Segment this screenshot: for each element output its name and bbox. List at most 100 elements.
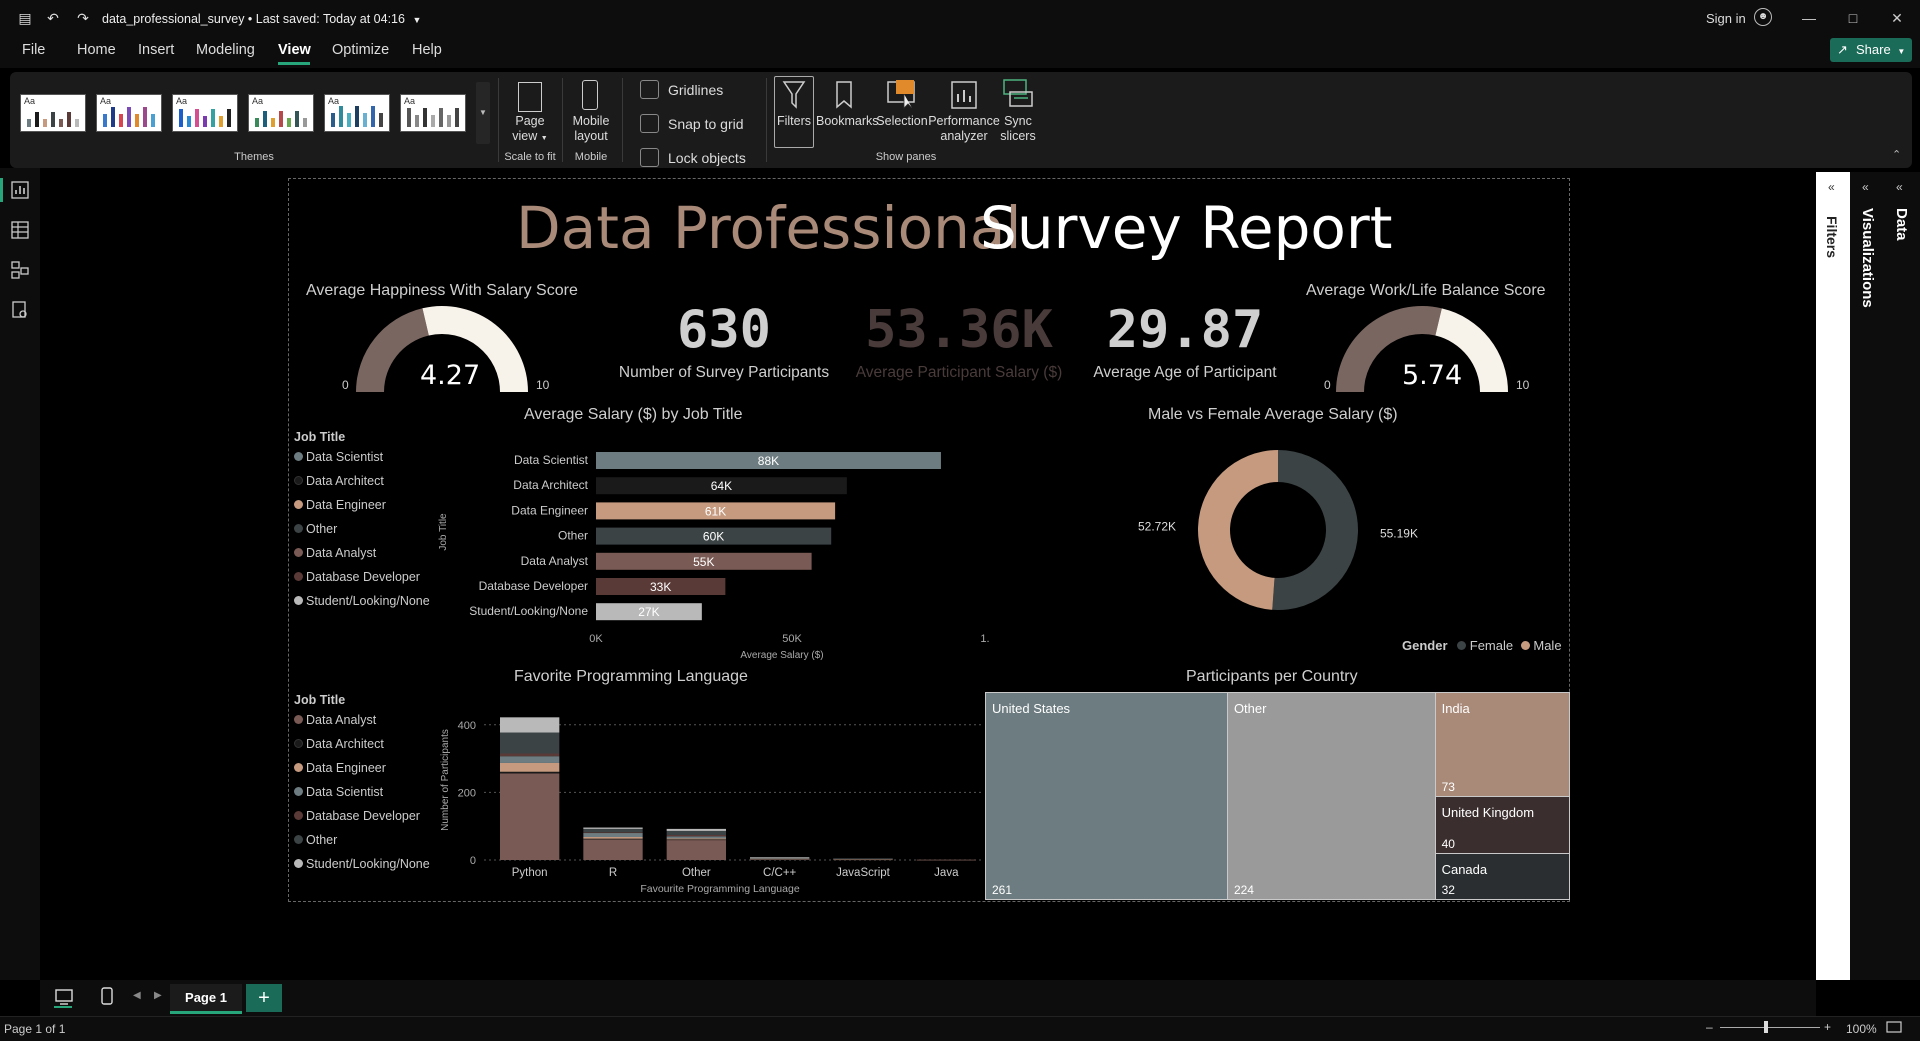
theme-thumbnail[interactable]: Aa <box>324 94 390 132</box>
expand-chevron-icon[interactable]: « <box>1828 180 1835 194</box>
language-bar-segment[interactable] <box>583 839 643 860</box>
sync-slicers-button[interactable]: Sync slicers <box>996 114 1040 144</box>
legend-item[interactable]: Student/Looking/None <box>294 857 430 871</box>
page-view-button[interactable]: Page view ▼ <box>508 114 552 146</box>
language-bar-segment[interactable] <box>666 838 726 840</box>
treemap-tile-united-kingdom[interactable]: United Kingdom 40 <box>1434 796 1570 855</box>
add-page-button[interactable]: + <box>246 984 282 1012</box>
legend-item[interactable]: Other <box>294 522 337 536</box>
menu-view[interactable]: View <box>278 42 311 58</box>
menu-file[interactable]: File <box>22 42 45 58</box>
salary-bar-chart[interactable]: Data Scientist 88K Data Architect 64K Data E… <box>430 440 990 670</box>
redo-icon[interactable]: ↷ <box>74 9 92 27</box>
mobile-layout-button[interactable]: Mobile layout <box>566 114 616 144</box>
menu-home[interactable]: Home <box>77 42 116 58</box>
language-bar-segment[interactable] <box>500 756 560 763</box>
theme-thumbnail[interactable]: Aa <box>96 94 162 132</box>
zoom-slider[interactable] <box>1720 1027 1820 1028</box>
share-button[interactable]: ↗ Share ▼ <box>1830 38 1912 62</box>
language-bar-segment[interactable] <box>583 832 643 838</box>
themes-expand-button[interactable]: ▼ <box>476 82 490 144</box>
legend-item[interactable]: Data Analyst <box>294 713 376 727</box>
collapse-ribbon-icon[interactable]: ⌃ <box>1892 148 1901 161</box>
treemap-tile-india[interactable]: India 73 <box>1434 691 1570 798</box>
language-bar-segment[interactable] <box>500 753 560 757</box>
previous-page-icon[interactable]: ◀ <box>133 990 141 1001</box>
menu-modeling[interactable]: Modeling <box>196 42 255 58</box>
save-icon[interactable]: ▤ <box>16 9 34 27</box>
language-stacked-bar-chart[interactable]: 0 200 400 Python R Other C/C++ JavaScript Java Fa… <box>430 700 990 900</box>
legend-item[interactable]: Data Architect <box>294 737 384 751</box>
lock-objects-checkbox[interactable] <box>640 148 659 167</box>
language-bar-segment[interactable] <box>583 838 643 840</box>
language-bar-segment[interactable] <box>500 771 560 774</box>
fit-to-page-icon[interactable] <box>1886 1021 1902 1033</box>
menu-insert[interactable]: Insert <box>138 42 174 58</box>
language-bar-segment[interactable] <box>833 858 893 860</box>
language-bar-segment[interactable] <box>583 832 643 834</box>
language-bar-segment[interactable] <box>666 839 726 841</box>
legend-item[interactable]: Data Analyst <box>294 546 376 560</box>
legend-item[interactable]: Database Developer <box>294 809 420 823</box>
legend-item[interactable]: Data Scientist <box>294 450 383 464</box>
gridlines-checkbox[interactable] <box>640 80 659 99</box>
legend-item[interactable]: Database Developer <box>294 570 420 584</box>
zoom-slider-thumb[interactable] <box>1764 1021 1768 1033</box>
treemap-tile-united-states[interactable]: United States 261 <box>985 692 1228 900</box>
close-icon[interactable]: ✕ <box>1884 6 1910 30</box>
language-bar-segment[interactable] <box>583 837 643 839</box>
language-bar-segment[interactable] <box>916 859 976 861</box>
performance-analyzer-button[interactable]: Performance analyzer <box>928 114 1000 144</box>
snap-to-grid-checkbox[interactable] <box>640 114 659 133</box>
language-bar-segment[interactable] <box>500 762 560 772</box>
menu-optimize[interactable]: Optimize <box>332 42 389 58</box>
legend-item-female[interactable]: Female <box>1457 638 1513 653</box>
language-bar-segment[interactable] <box>583 827 643 829</box>
mobile-view-icon[interactable] <box>100 986 114 1006</box>
country-treemap[interactable]: United States 261 Other 224 India 73 United Ki… <box>985 691 1570 900</box>
gender-donut-chart[interactable]: 55.19K 52.72K <box>1120 440 1440 620</box>
zoom-out-button[interactable]: – <box>1706 1020 1713 1034</box>
legend-item[interactable]: Data Engineer <box>294 498 386 512</box>
language-bar-segment[interactable] <box>666 828 726 831</box>
language-bar-segment[interactable] <box>750 857 810 859</box>
language-bar-segment[interactable] <box>666 830 726 835</box>
donut-slice-female[interactable] <box>1272 450 1358 610</box>
data-pane[interactable]: « Data <box>1884 172 1920 980</box>
menu-help[interactable]: Help <box>412 42 442 58</box>
theme-thumbnail[interactable]: Aa <box>20 94 86 132</box>
selection-button[interactable]: Selection <box>874 114 930 129</box>
visualizations-pane[interactable]: « Visualizations <box>1850 172 1884 980</box>
legend-item[interactable]: Data Engineer <box>294 761 386 775</box>
report-view-icon[interactable] <box>10 180 30 200</box>
theme-thumbnail[interactable]: Aa <box>172 94 238 132</box>
language-bar-segment[interactable] <box>500 773 560 860</box>
bookmarks-button[interactable]: Bookmarks <box>816 114 879 129</box>
dax-query-view-icon[interactable] <box>10 300 30 320</box>
legend-item-male[interactable]: Male <box>1520 638 1562 653</box>
legend-item[interactable]: Other <box>294 833 337 847</box>
legend-item[interactable]: Data Scientist <box>294 785 383 799</box>
treemap-tile-canada[interactable]: Canada 32 <box>1434 853 1570 900</box>
language-bar-segment[interactable] <box>666 836 726 839</box>
filters-pane[interactable]: « Filters <box>1816 172 1850 980</box>
desktop-view-icon[interactable] <box>54 988 74 1006</box>
language-bar-segment[interactable] <box>583 828 643 833</box>
undo-icon[interactable]: ↶ <box>44 9 62 27</box>
maximize-icon[interactable]: □ <box>1840 6 1866 30</box>
next-page-icon[interactable]: ▶ <box>154 990 162 1001</box>
zoom-in-button[interactable]: + <box>1824 1020 1831 1034</box>
page-tab-1[interactable]: Page 1 <box>170 984 242 1014</box>
theme-thumbnail[interactable]: Aa <box>400 94 466 132</box>
expand-chevron-icon[interactable]: « <box>1896 180 1903 194</box>
table-view-icon[interactable] <box>10 220 30 240</box>
language-bar-segment[interactable] <box>500 717 560 733</box>
theme-thumbnail[interactable]: Aa <box>248 94 314 132</box>
sign-in-link[interactable]: Sign in <box>1706 11 1746 26</box>
treemap-tile-other[interactable]: Other 224 <box>1226 692 1436 900</box>
legend-item[interactable]: Data Architect <box>294 474 384 488</box>
legend-item[interactable]: Student/Looking/None <box>294 594 430 608</box>
minimize-icon[interactable]: — <box>1796 6 1822 30</box>
language-bar-segment[interactable] <box>666 834 726 837</box>
language-bar-segment[interactable] <box>666 839 726 860</box>
